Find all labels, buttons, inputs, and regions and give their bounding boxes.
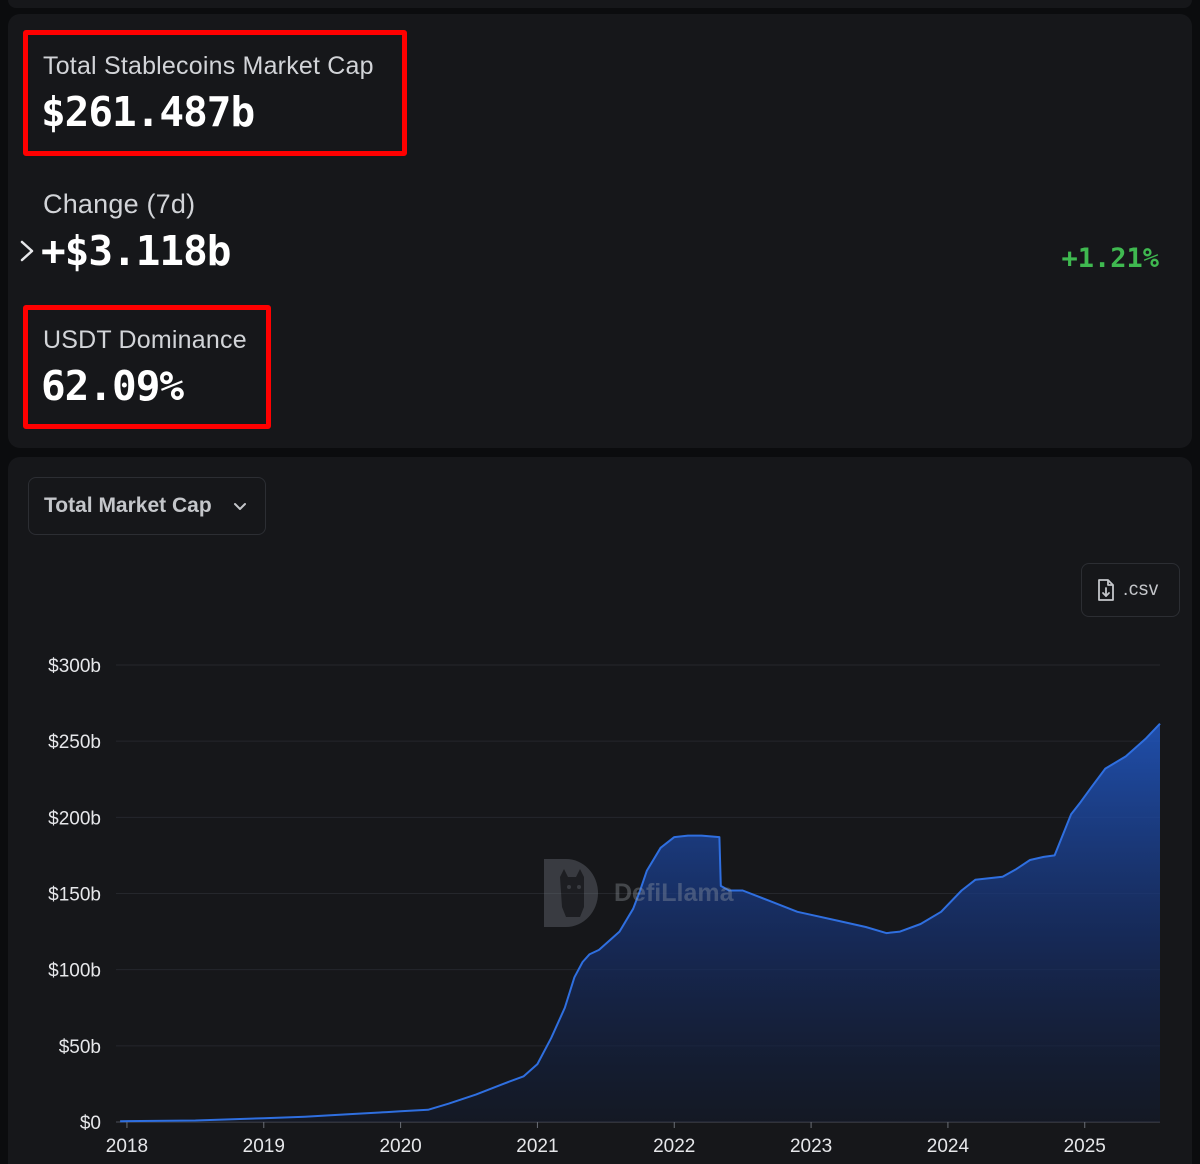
x-axis-ticks: 2018 2019 2020 2021 2022 2023 2024 2025 — [106, 1122, 1106, 1157]
defillama-llama-logo — [544, 859, 598, 927]
y-tick-label: $200b — [48, 808, 101, 829]
x-tick-label: 2022 — [653, 1136, 695, 1157]
y-tick-label: $0 — [80, 1113, 101, 1134]
x-tick-label: 2023 — [790, 1136, 832, 1157]
x-tick-label: 2019 — [243, 1136, 285, 1157]
market-cap-chart: $0 $50b $100b $150b $200b $250b $300b 2018 2019… — [48, 656, 1161, 1157]
defillama-watermark: DefiLlama — [540, 857, 750, 929]
y-axis-ticks: $0 $50b $100b $150b $200b $250b $300b — [48, 656, 101, 1134]
y-tick-label: $100b — [48, 961, 101, 982]
y-tick-label: $150b — [48, 885, 101, 906]
y-tick-label: $250b — [48, 732, 101, 753]
x-tick-label: 2020 — [379, 1136, 421, 1157]
watermark-text: DefiLlama — [614, 879, 734, 907]
y-tick-label: $300b — [48, 656, 101, 677]
x-tick-label: 2025 — [1064, 1136, 1106, 1157]
y-tick-label: $50b — [59, 1037, 101, 1058]
x-tick-label: 2018 — [106, 1136, 148, 1157]
x-tick-label: 2021 — [516, 1136, 558, 1157]
x-tick-label: 2024 — [927, 1136, 970, 1157]
